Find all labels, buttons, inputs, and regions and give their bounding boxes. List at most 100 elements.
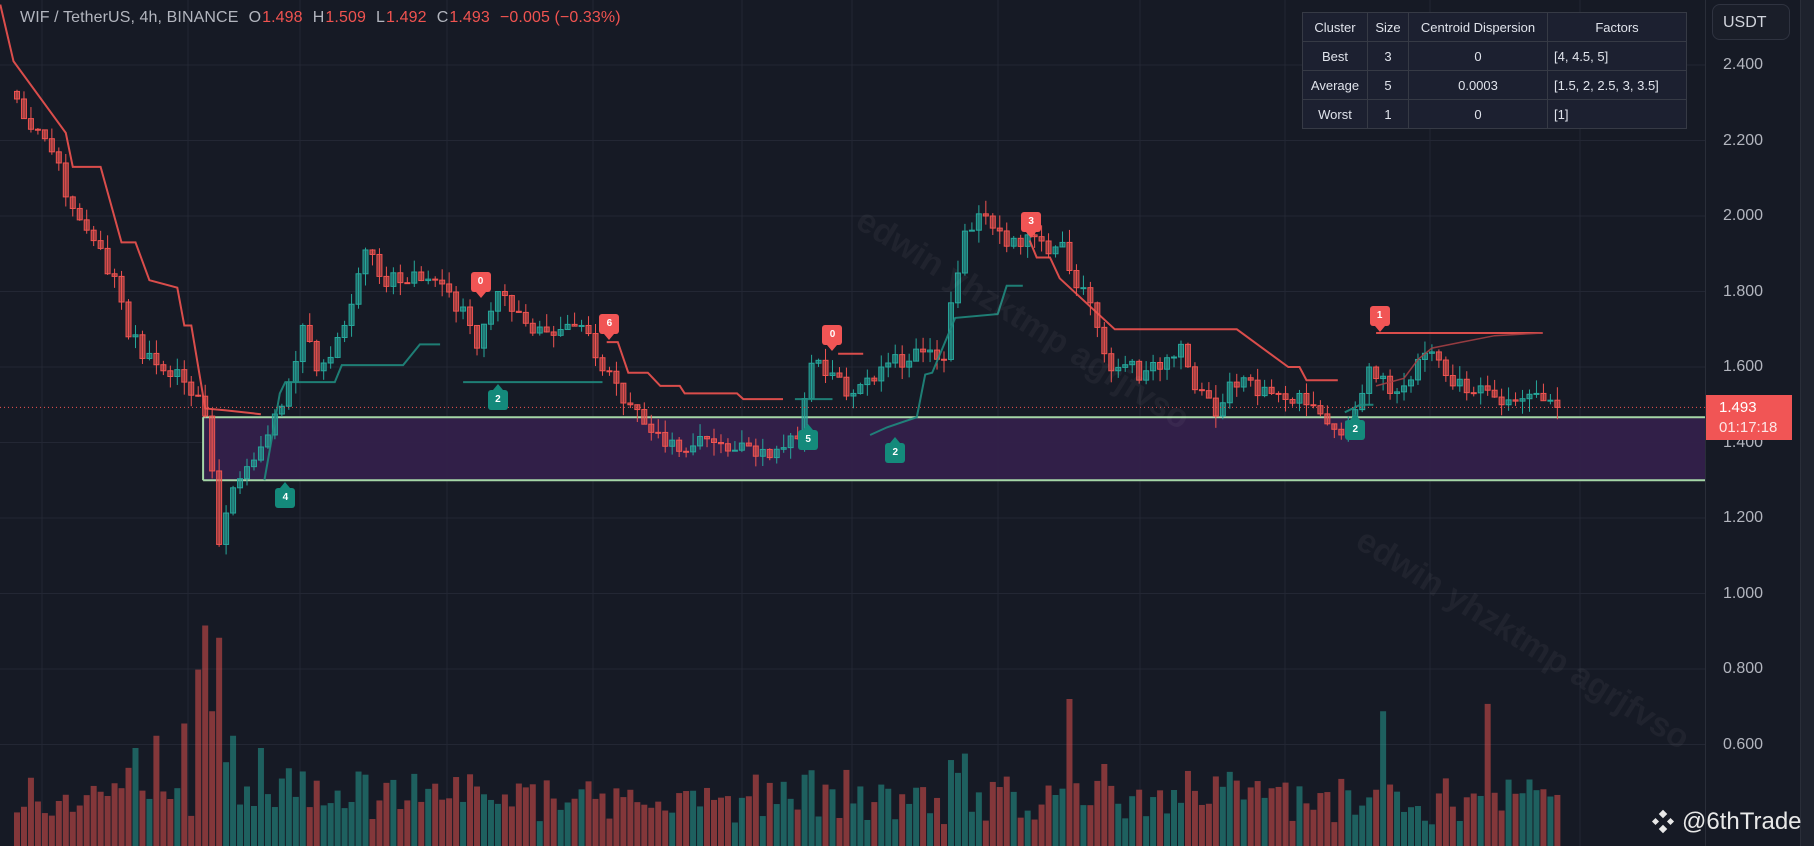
volume-bar — [397, 809, 404, 846]
candle-body — [97, 240, 104, 249]
volume-bar — [1449, 806, 1456, 846]
symbol-legend[interactable]: WIF / TetherUS, 4h, BINANCE O1.498 H1.50… — [20, 9, 622, 27]
candle-body — [1080, 287, 1087, 290]
candle-body — [1338, 428, 1345, 436]
volume-bar — [899, 794, 906, 846]
volume-bar — [717, 797, 724, 846]
candle-body — [1296, 392, 1303, 404]
candle-body — [1150, 362, 1157, 372]
candle-body — [752, 445, 759, 457]
volume-bar — [975, 792, 982, 846]
volume-bar — [160, 791, 167, 846]
candle-body — [404, 282, 411, 285]
candle-body — [1171, 356, 1178, 359]
low-label: L — [376, 9, 386, 26]
cell: 1 — [1367, 99, 1409, 129]
volume-bar — [620, 797, 627, 846]
candle-body — [1219, 402, 1226, 417]
currency-button[interactable]: USDT — [1712, 4, 1790, 40]
volume-bar — [27, 777, 34, 846]
volume-bar — [515, 783, 522, 846]
volume-bar — [1324, 792, 1331, 846]
price-tick-label: 0.600 — [1723, 735, 1764, 753]
candle-body — [1289, 398, 1296, 404]
table-row: Worst 1 0 [1] — [1302, 99, 1687, 129]
candle-body — [160, 364, 167, 372]
close-value: 1.493 — [449, 9, 490, 26]
volume-bar — [1101, 763, 1108, 846]
buy-signal-marker: 2 — [1345, 414, 1366, 441]
volume-bar — [759, 816, 766, 846]
bear-trail-line — [606, 341, 783, 401]
volume-bar — [738, 797, 745, 846]
volume-bar — [557, 809, 564, 846]
volume-bar — [439, 799, 446, 846]
volume-bar — [1045, 785, 1052, 846]
candle-body — [1408, 379, 1414, 387]
volume-bar — [1526, 779, 1533, 846]
candle-body — [501, 291, 508, 297]
candle-body — [913, 348, 920, 362]
volume-bar — [662, 810, 669, 846]
volume-bar — [146, 798, 153, 846]
volume-bar — [822, 784, 829, 846]
candle-body — [250, 459, 257, 468]
candle-body — [167, 370, 174, 378]
candle-body — [1435, 351, 1442, 361]
candle-body — [822, 359, 829, 376]
volume-bar — [181, 723, 188, 846]
binance-logo-icon — [1651, 809, 1675, 834]
volume-bar — [1254, 781, 1261, 846]
col-centroid-dispersion: Centroid Dispersion — [1408, 12, 1548, 42]
volume-bar — [913, 787, 920, 846]
volume-bar — [773, 804, 780, 846]
candle-body — [181, 369, 188, 383]
candle-body — [585, 324, 592, 335]
bar-countdown: 01:17:18 — [1719, 419, 1778, 436]
candle-body — [697, 436, 704, 447]
candle-body — [14, 90, 20, 100]
candle-body — [1003, 230, 1010, 247]
volume-bar — [1512, 793, 1519, 846]
volume-bar — [697, 806, 704, 846]
candle-body — [843, 376, 850, 397]
candle-body — [1519, 398, 1526, 402]
volume-bar — [250, 805, 257, 846]
volume-bar — [613, 788, 620, 846]
volume-bar — [1414, 806, 1421, 846]
volume-bar — [257, 748, 264, 846]
volume-bar — [787, 798, 794, 846]
volume-bar — [599, 793, 606, 846]
candle-body — [941, 358, 948, 361]
volume-bar — [362, 774, 369, 846]
volume-bar — [209, 711, 216, 846]
volume-bar — [655, 801, 662, 846]
candle-body — [446, 283, 453, 293]
volume-bar — [1191, 790, 1198, 846]
volume-bar — [1352, 814, 1359, 846]
candle-body — [1038, 236, 1045, 242]
candle-body — [557, 329, 564, 336]
candle-body — [766, 448, 773, 459]
volume-bar — [676, 793, 683, 846]
candle-body — [578, 324, 585, 327]
volume-bar — [20, 806, 27, 846]
table-row: Best 3 0 [4, 4.5, 5] — [1302, 41, 1687, 71]
candle-body — [536, 326, 543, 334]
candle-body — [376, 253, 383, 277]
candle-body — [899, 354, 906, 368]
volume-bar — [794, 809, 801, 846]
volume-bar — [1338, 778, 1345, 846]
volume-bar — [132, 748, 139, 846]
candle-body — [1310, 404, 1317, 407]
candle-body — [522, 311, 529, 324]
bear-trail-line — [0, 4, 262, 416]
volume-bar — [1157, 790, 1164, 846]
volume-bar — [1031, 819, 1038, 846]
candle-body — [223, 512, 230, 545]
volume-bar — [606, 818, 613, 846]
volume-bar — [543, 780, 550, 846]
volume-bar — [1240, 799, 1247, 846]
cluster-table: Cluster Size Centroid Dispersion Factors… — [1302, 12, 1687, 129]
volume-bar — [1115, 803, 1122, 846]
